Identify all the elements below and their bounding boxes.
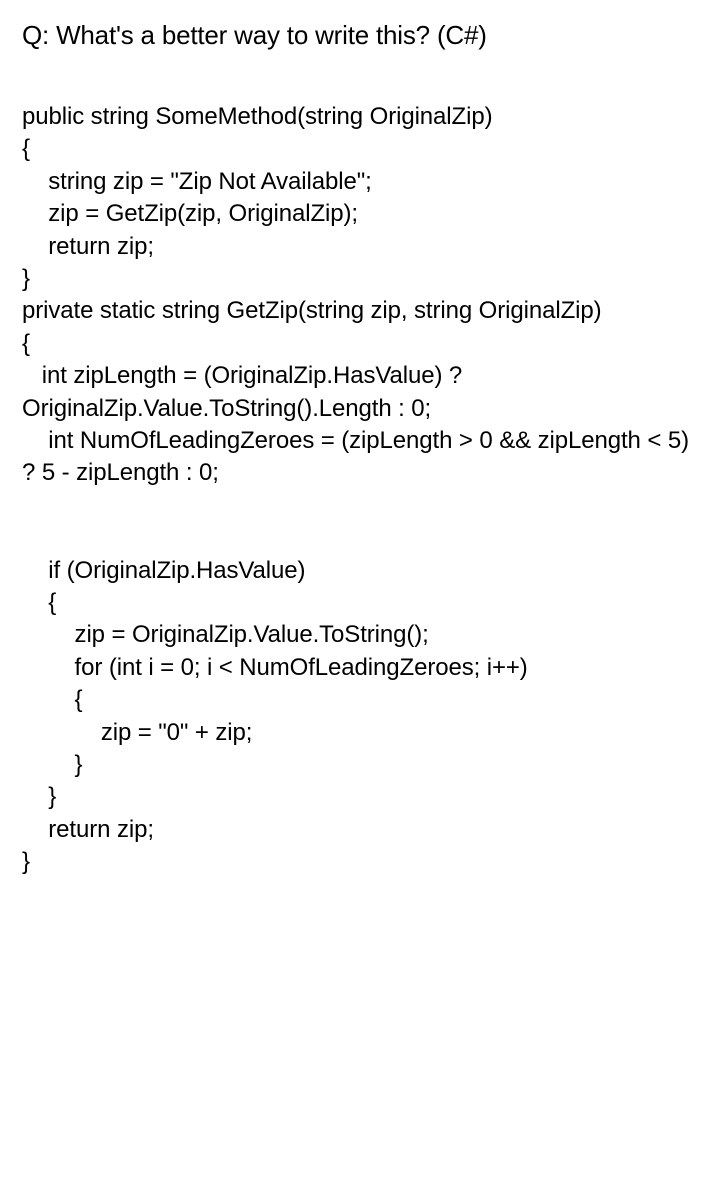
question-title: Q: What's a better way to write this? (C… bbox=[22, 18, 698, 53]
code-block: public string SomeMethod(string Original… bbox=[22, 101, 698, 878]
question-text: What's a better way to write this? (C#) bbox=[56, 20, 487, 50]
question-prefix: Q: bbox=[22, 20, 56, 50]
